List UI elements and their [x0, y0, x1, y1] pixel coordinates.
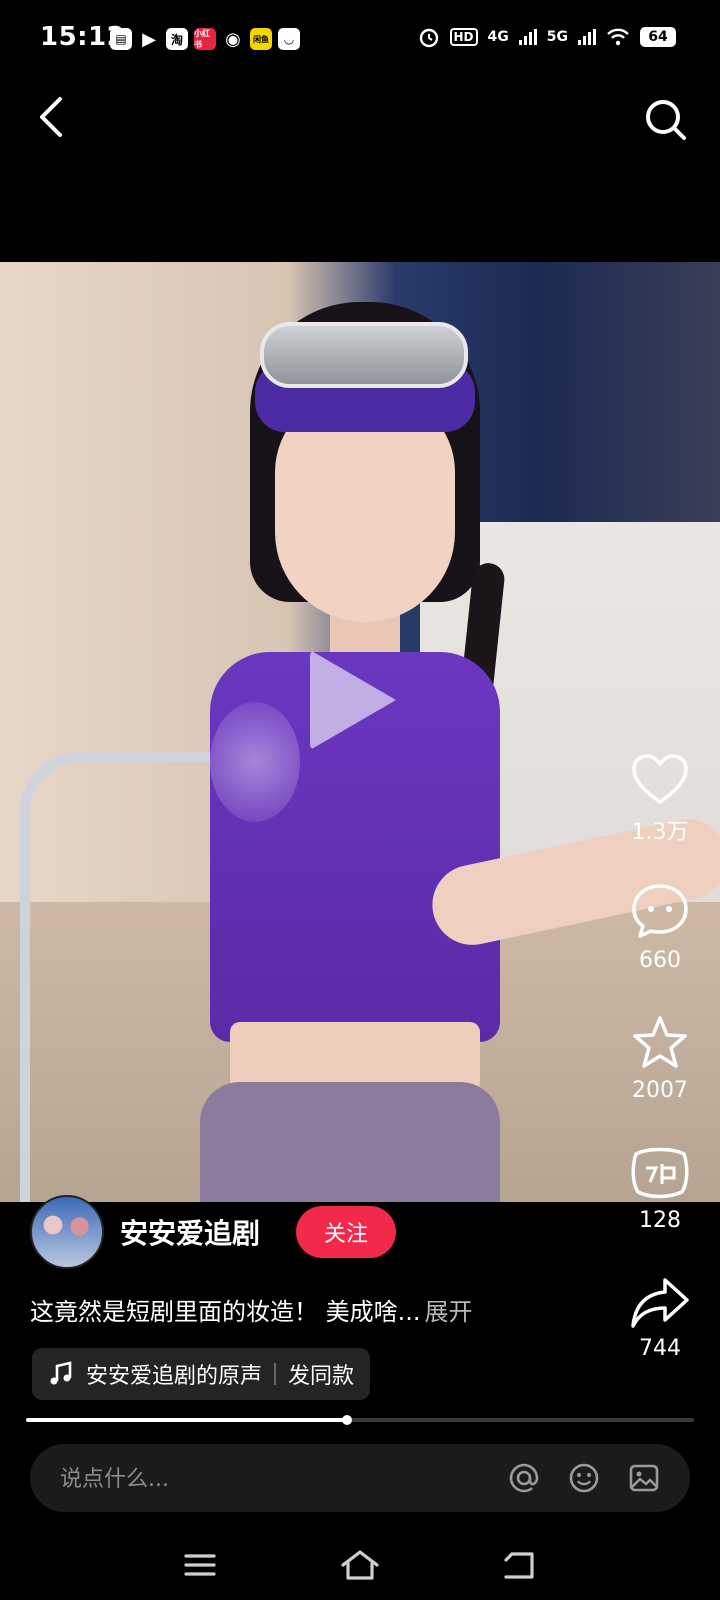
caption-text: 这竟然是短剧里面的妆造！ 美成啥...: [30, 1298, 421, 1326]
network-4g: 4G: [487, 29, 509, 45]
music-chip[interactable]: 安安爱追剧的原声 发同款: [32, 1348, 371, 1400]
progress-fill: [26, 1418, 347, 1422]
video-player[interactable]: [0, 262, 720, 1202]
search-icon: [646, 100, 686, 140]
taobao-icon: 淘: [166, 28, 188, 50]
return-icon: [504, 1552, 534, 1579]
cat-icon: ◡: [278, 28, 300, 50]
network-5g: 5G: [546, 29, 568, 45]
video-progress-bar[interactable]: [26, 1415, 694, 1425]
play-icon[interactable]: [310, 650, 396, 750]
progress-handle[interactable]: [341, 1415, 352, 1425]
author-avatar[interactable]: [30, 1195, 104, 1269]
recents-button[interactable]: [172, 1542, 228, 1588]
star-icon: [633, 1016, 687, 1068]
expand-link[interactable]: 展开: [425, 1298, 473, 1326]
battery-indicator: 64: [640, 27, 676, 47]
bill-icon: ▤: [110, 28, 132, 50]
dub-count: 128: [639, 1208, 681, 1233]
xianyu-icon: 闲鱼: [250, 28, 272, 50]
comment-button[interactable]: 660: [614, 882, 706, 973]
emoji-icon: [569, 1463, 599, 1493]
menu-icon: [184, 1554, 216, 1576]
comment-icon: [632, 884, 688, 938]
author-name[interactable]: 安安爱追剧: [120, 1212, 260, 1252]
emoji-button[interactable]: [564, 1458, 604, 1498]
shirt-print: [210, 702, 300, 822]
image-icon: [629, 1464, 659, 1492]
system-nav-bar: [0, 1530, 720, 1600]
dub-button[interactable]: 128: [614, 1144, 706, 1233]
home-icon: [341, 1550, 379, 1580]
share-count: 744: [639, 1336, 681, 1361]
share-button[interactable]: 744: [614, 1274, 706, 1361]
home-button[interactable]: [332, 1542, 388, 1588]
music-note-icon: [50, 1361, 72, 1385]
divider: [274, 1363, 277, 1385]
status-bar: 15:12 ▤ ▶ 淘 小红书 ◉ 闲鱼 ◡ HD 4G 5G 64: [0, 0, 720, 80]
xiaohongshu-icon: 小红书: [194, 28, 216, 50]
video-caption[interactable]: 这竟然是短剧里面的妆造！ 美成啥... 展开: [30, 1292, 473, 1327]
heart-icon: [632, 754, 688, 804]
hd-label: HD: [449, 28, 478, 46]
alarm-icon: [419, 28, 438, 48]
status-app-icons: ▤ ▶ 淘 小红书 ◉ 闲鱼 ◡: [110, 28, 300, 50]
play-icon: ▶: [142, 28, 156, 50]
share-arrow-icon: [631, 1278, 689, 1328]
at-icon: [509, 1463, 539, 1493]
dub-icon: [631, 1147, 689, 1199]
same-style-button[interactable]: 发同款: [288, 1358, 354, 1390]
signal-icon-2: [578, 29, 596, 45]
comment-input[interactable]: [58, 1462, 442, 1496]
follow-button[interactable]: 关注: [296, 1206, 396, 1258]
mention-button[interactable]: [504, 1458, 544, 1498]
chevron-left-icon: [40, 97, 62, 137]
image-button[interactable]: [624, 1458, 664, 1498]
favorite-button[interactable]: 2007: [614, 1014, 706, 1103]
back-button[interactable]: [26, 92, 76, 142]
like-count: 1.3万: [631, 820, 689, 845]
like-button[interactable]: 1.3万: [614, 752, 706, 846]
wifi-icon: [607, 28, 629, 46]
comment-count: 660: [639, 948, 681, 973]
status-indicators: HD 4G 5G 64: [418, 26, 676, 48]
favorite-count: 2007: [632, 1078, 688, 1103]
weibo-icon: ◉: [225, 28, 241, 50]
search-button[interactable]: [638, 92, 694, 148]
system-back-button[interactable]: [492, 1542, 548, 1588]
signal-icon: [518, 29, 537, 45]
comment-bar: [30, 1444, 690, 1512]
music-title: 安安爱追剧的原声: [86, 1364, 263, 1389]
